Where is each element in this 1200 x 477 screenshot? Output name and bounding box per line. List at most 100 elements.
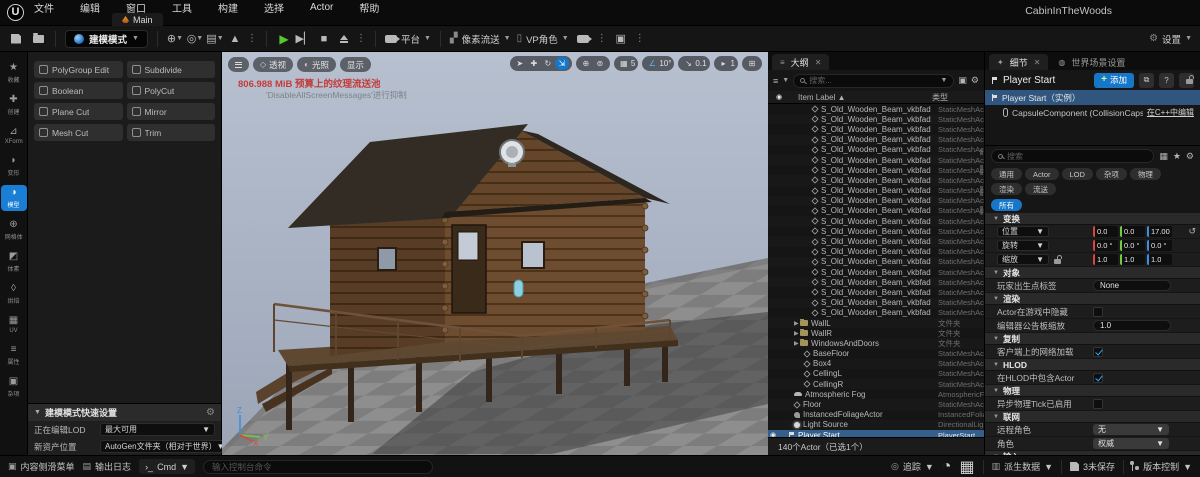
section-header-变换[interactable]: ▼变换 — [985, 213, 1200, 225]
vector-value-field[interactable]: 1.0 — [1120, 254, 1145, 265]
filter-chip-物理[interactable]: 物理 — [1130, 168, 1161, 180]
menu-item-选择[interactable]: 选择 — [264, 0, 284, 15]
dropdown-角色[interactable]: 权威▼ — [1093, 438, 1169, 449]
save-button[interactable] — [8, 31, 24, 47]
rail-item-UV[interactable]: ▦UV — [1, 313, 27, 336]
outliner-row[interactable]: ▶WallL文件夹 — [768, 318, 984, 328]
console-command-input[interactable] — [212, 462, 424, 472]
lock-icon[interactable] — [1054, 259, 1061, 264]
content-browser-button[interactable] — [30, 31, 46, 47]
chevron-down-icon[interactable]: ▼ — [940, 77, 947, 84]
checkbox-Actor在游戏中隐藏[interactable] — [1093, 307, 1103, 317]
outliner-row[interactable]: S_Old_Wooden_Beam_vkbfadStaticMeshActo — [768, 216, 984, 226]
rail-item-收藏[interactable]: ★收藏 — [1, 60, 27, 86]
property-dropdown-旋转[interactable]: 旋转▼ — [997, 240, 1049, 251]
trace-dropdown[interactable]: ◎ 追踪 ▼ — [891, 460, 934, 473]
revision-control-dropdown[interactable]: 版本控制 ▼ — [1132, 460, 1192, 473]
console-command-field[interactable] — [203, 460, 433, 474]
menu-item-帮助[interactable]: 帮助 — [359, 0, 379, 15]
outliner-row[interactable]: S_Old_Wooden_Beam_vkbfadStaticMeshActo — [768, 267, 984, 277]
vector-value-field[interactable]: 1.0 — [1147, 254, 1172, 265]
scale-snap-value[interactable]: 0.1 — [695, 59, 706, 68]
tab-details[interactable]: ✦ 细节 ✕ — [989, 54, 1048, 70]
grid-snap-toggle[interactable]: ▦ — [617, 57, 631, 70]
outliner-row[interactable]: S_Old_Wooden_Beam_vkbfadStaticMeshActo — [768, 287, 984, 297]
maximize-viewport-button[interactable]: ⊞ — [745, 57, 759, 70]
vp-role-dropdown[interactable]: ▯ VP角色 ▼ — [517, 32, 569, 46]
component-row-capsule[interactable]: CapsuleComponent (CollisionCapsule) 在C++… — [985, 105, 1200, 120]
input-玩家出生点标签[interactable]: None — [1093, 280, 1171, 291]
media-capture-button[interactable]: ▣ — [613, 31, 629, 47]
pixel-streaming-dropdown[interactable]: ▞ 像素流送 ▼ — [450, 32, 511, 46]
filter-chip-通用[interactable]: 通用 — [991, 168, 1022, 180]
rail-item-网格体[interactable]: ⊕网格体 — [1, 217, 27, 243]
outliner-row[interactable]: S_Old_Wooden_Beam_vkbfadStaticMeshActo — [768, 114, 984, 124]
rail-item-杂项[interactable]: ▣杂项 — [1, 374, 27, 400]
outliner-search[interactable]: ▼ — [793, 74, 954, 88]
section-header-复制[interactable]: ▼复制 — [985, 333, 1200, 345]
reset-to-default-icon[interactable]: ↺ — [1188, 226, 1196, 237]
outliner-row[interactable]: Box4StaticMeshActo — [768, 359, 984, 369]
menu-item-文件[interactable]: 文件 — [34, 0, 54, 15]
tool-button-mirror[interactable]: Mirror — [127, 103, 216, 120]
tool-button-mesh-cut[interactable]: Mesh Cut — [34, 124, 123, 141]
tool-button-subdivide[interactable]: Subdivide — [127, 61, 216, 78]
editor-mode-dropdown[interactable]: 建模模式 ▼ — [65, 30, 148, 48]
checkbox-客户端上的网络加载[interactable] — [1093, 347, 1103, 357]
eye-icon[interactable]: ◉ — [768, 431, 778, 437]
snapshot-icon[interactable]: ▦ — [959, 457, 974, 477]
outliner-row[interactable]: S_Old_Wooden_Beam_vkbfadStaticMeshActo — [768, 145, 984, 155]
world-space-toggle[interactable]: ⊕ — [579, 57, 593, 70]
section-header-HLOD[interactable]: ▼HLOD — [985, 359, 1200, 371]
outliner-row[interactable]: S_Old_Wooden_Beam_vkbfadStaticMeshActo — [768, 196, 984, 206]
lit-mode-button[interactable]: ◐光照 — [297, 57, 336, 72]
outliner-search-input[interactable] — [809, 76, 936, 85]
property-dropdown-位置[interactable]: 位置▼ — [997, 226, 1049, 237]
vector-value-field[interactable]: 0.0 ° — [1120, 240, 1145, 251]
favorites-icon[interactable]: ★ — [1173, 151, 1181, 162]
filter-chip-all[interactable]: 所有 — [991, 199, 1022, 211]
add-component-button[interactable]: + 添加 — [1094, 73, 1134, 88]
derived-data-dropdown[interactable]: ▥ 派生数据 ▼ — [992, 460, 1053, 473]
camera-speed-button[interactable]: ▸ — [717, 57, 731, 70]
rail-item-体素[interactable]: ◩体素 — [1, 249, 27, 275]
rotate-tool-button[interactable]: ↻ — [541, 57, 555, 70]
section-header-联网[interactable]: ▼联网 — [985, 411, 1200, 423]
scale-snap-toggle[interactable]: ↘ — [681, 57, 695, 70]
section-header-物理[interactable]: ▼物理 — [985, 385, 1200, 397]
new-folder-icon[interactable]: ▣ — [958, 75, 967, 86]
settings-dropdown[interactable]: ⚙ 设置 ▼ — [1149, 32, 1192, 46]
angle-snap-toggle[interactable]: ∠ — [645, 57, 659, 70]
insights-icon[interactable]: ◔ — [942, 458, 952, 476]
capture-options-icon[interactable]: ⋮ — [635, 33, 645, 44]
outliner-row[interactable]: S_Old_Wooden_Beam_vkbfadStaticMeshActo — [768, 135, 984, 145]
filter-chip-渲染[interactable]: 渲染 — [991, 183, 1022, 195]
unsaved-button[interactable]: 3未保存 — [1070, 460, 1115, 473]
tool-button-polycut[interactable]: PolyCut — [127, 82, 216, 99]
rail-item-创建[interactable]: ✚创建 — [1, 92, 27, 118]
perspective-button[interactable]: ◇透视 — [253, 57, 293, 72]
outliner-column-headers[interactable]: ◉ Item Label ▲ 类型 — [768, 91, 984, 104]
gear-icon[interactable]: ⚙ — [971, 75, 979, 86]
quick-settings-header[interactable]: ▼ 建模模式快速设置 ⚙ — [28, 404, 221, 421]
rail-item-变形[interactable]: ◗变形 — [1, 153, 27, 179]
section-header-对象[interactable]: ▼对象 — [985, 267, 1200, 279]
content-drawer-button[interactable]: ▣ 内容侧滑菜单 — [8, 460, 75, 473]
display-options-icon[interactable]: ▦ — [1159, 151, 1168, 162]
gear-icon[interactable]: ⚙ — [206, 407, 215, 418]
tool-button-boolean[interactable]: Boolean — [34, 82, 123, 99]
menu-item-工具[interactable]: 工具 — [172, 0, 192, 15]
outliner-row[interactable]: ◉Player StartPlayerStart — [768, 430, 984, 437]
landscape-button[interactable]: ▲ — [227, 31, 243, 47]
menu-item-构建[interactable]: 构建 — [218, 0, 238, 15]
camera-options-icon[interactable]: ⋮ — [597, 33, 607, 44]
details-search-input[interactable] — [1007, 152, 1147, 161]
checkbox-在HLOD中包含Actor[interactable] — [1093, 373, 1103, 383]
platforms-dropdown[interactable]: 平台 ▼ — [385, 32, 431, 46]
camera-speed-value[interactable]: 1 — [731, 59, 735, 68]
outliner-row[interactable]: S_Old_Wooden_Beam_vkbfadStaticMeshActo — [768, 206, 984, 216]
filter-chip-Actor[interactable]: Actor — [1025, 168, 1059, 180]
outliner-row[interactable]: FloorStaticMeshActo — [768, 399, 984, 409]
blueprint-convert-button[interactable]: ⧉ — [1139, 73, 1154, 88]
outliner-row[interactable]: CellingLStaticMeshActo — [768, 369, 984, 379]
